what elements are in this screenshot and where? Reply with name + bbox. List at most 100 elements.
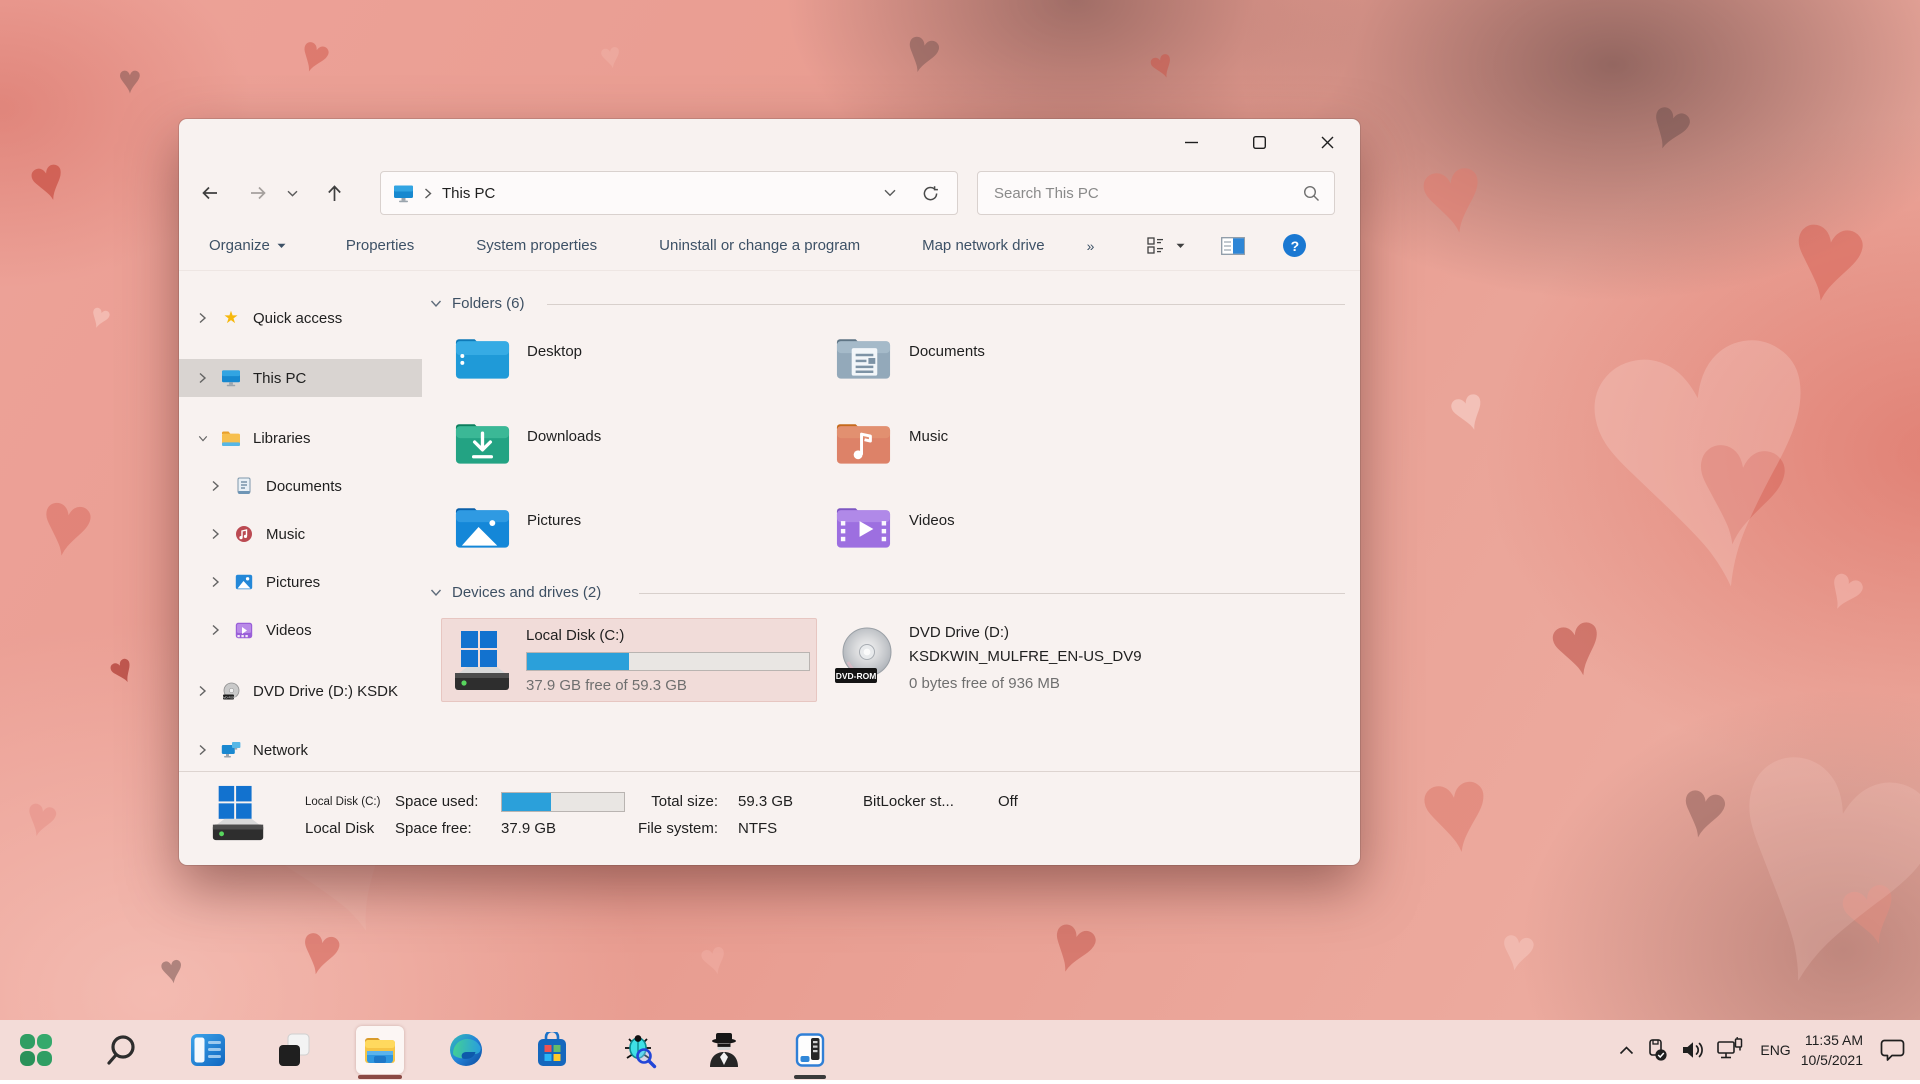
search-input[interactable] (994, 185, 1303, 202)
taskbar-file-explorer-button[interactable] (356, 1026, 404, 1074)
sidebar-item-music[interactable]: Music (179, 515, 422, 553)
maximize-button[interactable] (1236, 123, 1282, 161)
chevron-right-icon[interactable] (211, 528, 221, 540)
folder-name[interactable]: Documents (909, 343, 985, 360)
sidebar-item-dvd-drive[interactable]: DVD-ROM DVD Drive (D:) KSDK (179, 672, 422, 710)
sidebar-item-network[interactable]: Network (179, 731, 422, 769)
folder-name[interactable]: Downloads (527, 428, 601, 445)
folder-name[interactable]: Desktop (527, 343, 582, 360)
taskbar-spy-tool-button[interactable] (700, 1026, 748, 1074)
wallpaper-heart: ♥ (23, 146, 73, 213)
sidebar-item-libraries[interactable]: Libraries (179, 419, 422, 457)
organize-caret-icon (277, 243, 286, 249)
status-usage-bar (501, 792, 625, 812)
sidebar-item-this-pc[interactable]: This PC (179, 359, 422, 397)
sidebar-item-videos[interactable]: Videos (179, 611, 422, 649)
task-view-icon (190, 1033, 226, 1067)
refresh-icon[interactable] (922, 185, 939, 202)
folder-tile-music[interactable] (834, 417, 1174, 479)
volume-button[interactable] (1680, 1038, 1706, 1062)
chevron-up-icon (1619, 1046, 1634, 1055)
close-icon (1321, 136, 1334, 149)
taskbar-edge-button[interactable] (442, 1026, 490, 1074)
drive-name: DVD Drive (D:) (909, 624, 1009, 641)
organize-button[interactable]: Organize (209, 237, 286, 254)
folder-tile-pictures[interactable] (453, 501, 793, 563)
close-button[interactable] (1304, 123, 1350, 161)
wallpaper-heart: ♥ (103, 647, 141, 693)
virtual-desktops-button[interactable] (270, 1026, 318, 1074)
hidden-icons-button[interactable] (1619, 1046, 1634, 1055)
taskbar-device-manager-button[interactable] (786, 1026, 834, 1074)
task-view-button[interactable] (184, 1026, 232, 1074)
chevron-right-icon[interactable] (211, 624, 221, 636)
view-dropdown-caret-icon[interactable] (1176, 243, 1185, 249)
taskbar-store-button[interactable] (528, 1026, 576, 1074)
map-network-drive-button[interactable]: Map network drive (922, 237, 1045, 254)
clock[interactable]: 11:35 AM 10/5/2021 (1801, 1030, 1863, 1071)
chevron-right-icon[interactable] (198, 744, 208, 756)
folder-tile-desktop[interactable] (453, 332, 793, 394)
taskbar-search-button[interactable] (98, 1026, 146, 1074)
dvd-rom-badge: DVD-ROM (836, 671, 877, 681)
collapse-chevron-icon[interactable] (430, 299, 442, 308)
titlebar[interactable] (179, 119, 1360, 165)
sidebar-item-quick-access[interactable]: ★ Quick access (179, 299, 422, 337)
videos-folder-icon (834, 501, 893, 551)
language-indicator[interactable]: ENG (1760, 1042, 1790, 1058)
sidebar-item-pictures[interactable]: Pictures (179, 563, 422, 601)
chevron-right-icon[interactable] (211, 576, 221, 588)
recent-locations-button[interactable] (281, 176, 303, 210)
music-icon (234, 524, 254, 544)
drive-tile-local-disk-c[interactable]: Local Disk (C:) 37.9 GB free of 59.3 GB (441, 618, 817, 702)
search-box[interactable] (977, 171, 1335, 215)
bitlocker-value: Off (998, 793, 1018, 810)
help-button[interactable]: ? (1283, 234, 1306, 257)
toolbar-overflow-button[interactable]: » (1087, 238, 1096, 254)
system-properties-button[interactable]: System properties (476, 237, 597, 254)
sidebar-item-documents[interactable]: Documents (179, 467, 422, 505)
chevron-down-icon[interactable] (198, 434, 208, 443)
minimize-button[interactable] (1168, 123, 1214, 161)
change-view-button[interactable] (1147, 237, 1185, 254)
folder-tile-documents[interactable] (834, 332, 1174, 394)
preview-pane-button[interactable] (1221, 237, 1245, 255)
spy-icon (706, 1031, 742, 1069)
drive-tile-dvd-d[interactable]: DVD-ROM DVD Drive (D:) KSDKWIN_MULFRE_EN… (817, 618, 1193, 702)
wallpaper-heart: ♥ (1639, 85, 1702, 165)
sidebar-item-label: Libraries (253, 430, 311, 447)
svg-text:DVD-ROM: DVD-ROM (222, 695, 236, 699)
folder-name[interactable]: Videos (909, 512, 955, 529)
search-icon[interactable] (1303, 185, 1320, 202)
network-button[interactable] (1716, 1037, 1744, 1063)
total-size-value: 59.3 GB (738, 793, 793, 810)
folder-name[interactable]: Pictures (527, 512, 581, 529)
up-button[interactable] (317, 176, 351, 210)
chevron-right-icon[interactable] (198, 372, 208, 384)
taskbar-debug-tool-button[interactable] (614, 1026, 662, 1074)
chevron-right-icon[interactable] (211, 480, 221, 492)
back-button[interactable] (193, 176, 227, 210)
folder-tile-videos[interactable] (834, 501, 1174, 563)
uninstall-program-button[interactable]: Uninstall or change a program (659, 237, 860, 254)
folder-tile-downloads[interactable] (453, 417, 793, 479)
address-bar[interactable]: This PC (380, 171, 958, 215)
forward-button[interactable] (241, 176, 275, 210)
start-button[interactable] (12, 1026, 60, 1074)
collapse-chevron-icon[interactable] (430, 588, 442, 597)
file-system-label: File system: (619, 820, 718, 837)
chat-bubble-icon (1879, 1037, 1906, 1063)
breadcrumb-location[interactable]: This PC (442, 185, 495, 202)
address-dropdown-icon[interactable] (884, 189, 896, 197)
folder-name[interactable]: Music (909, 428, 948, 445)
disk-usage-bar (526, 652, 810, 671)
chevron-right-icon[interactable] (198, 312, 208, 324)
usb-eject-button[interactable] (1644, 1037, 1670, 1063)
system-properties-label: System properties (476, 237, 597, 254)
drives-section-header[interactable]: Devices and drives (2) (430, 584, 601, 601)
space-free-label: Space free: (395, 820, 472, 837)
folders-section-header[interactable]: Folders (6) (430, 295, 525, 312)
notifications-button[interactable] (1879, 1037, 1906, 1063)
properties-button[interactable]: Properties (346, 237, 414, 254)
chevron-right-icon[interactable] (198, 685, 208, 697)
